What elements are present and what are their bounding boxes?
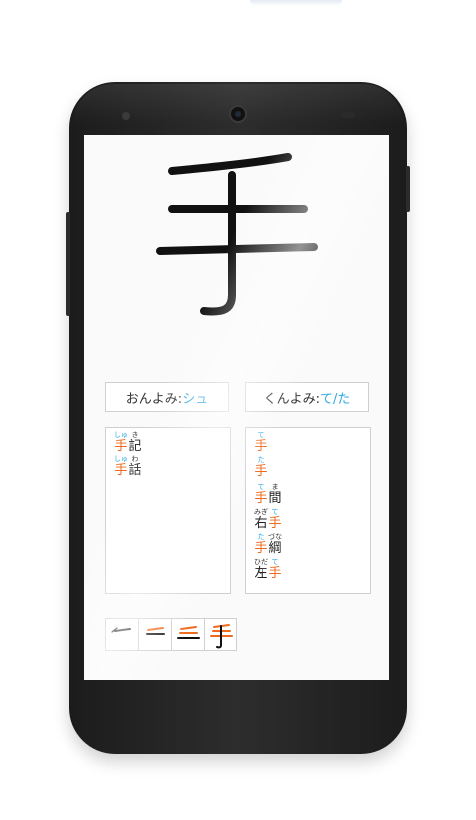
kun-vocab-list: て 手 た 手 て ま 手 間 みぎ て 右 手 た づな 手 綱 ひだり て …: [245, 427, 371, 594]
stroke-step-4[interactable]: [205, 619, 238, 650]
word-char: 手: [254, 464, 268, 479]
phone-speaker-icon: [122, 112, 130, 120]
word-char: 手: [268, 566, 282, 581]
on-reading-box: おんよみ: シュ: [105, 382, 229, 412]
power-button: [406, 166, 410, 212]
kun-reading-box: くんよみ: て/た: [245, 382, 369, 412]
stroke-step-3[interactable]: [172, 619, 205, 650]
stroke-step-2[interactable]: [139, 619, 172, 650]
word-char: 間: [268, 491, 282, 506]
on-word-shuki[interactable]: しゅ き 手 記: [114, 431, 142, 454]
word-char: 手: [254, 541, 268, 556]
kun-word-hidarite[interactable]: ひだり て 左 手: [254, 558, 282, 581]
top-decoration: [250, 0, 342, 6]
kanji-stroke-1: [168, 153, 292, 175]
phone-camera-icon: [229, 105, 247, 123]
on-reading-value: シュ: [182, 391, 209, 407]
kun-word-te[interactable]: て 手: [254, 431, 268, 454]
on-vocab-list: しゅ き 手 記 しゅ わ 手 話: [105, 427, 231, 594]
stroke-order-strip: [105, 618, 237, 651]
word-char: 話: [128, 463, 142, 478]
on-word-shuwa[interactable]: しゅ わ 手 話: [114, 455, 142, 478]
kun-reading-value: て/た: [320, 391, 351, 407]
stroke-step-1[interactable]: [106, 619, 139, 650]
word-char: 左: [254, 566, 268, 581]
kanji-stroke-3: [156, 243, 318, 255]
phone-sensor-icon: [341, 112, 355, 118]
kun-word-migite[interactable]: みぎ て 右 手: [254, 508, 282, 531]
word-char: 手: [114, 439, 128, 454]
kun-word-tazuna[interactable]: た づな 手 綱: [254, 533, 282, 556]
kun-reading-label: くんよみ:: [263, 391, 320, 407]
app-screen: おんよみ: シュ くんよみ: て/た しゅ き 手 記 しゅ わ 手 話 て 手…: [84, 135, 389, 680]
word-char: 手: [254, 491, 268, 506]
phone-frame: おんよみ: シュ くんよみ: て/た しゅ き 手 記 しゅ わ 手 話 て 手…: [66, 82, 410, 754]
word-char: 手: [268, 516, 282, 531]
on-reading-label: おんよみ:: [125, 391, 183, 407]
volume-button: [66, 212, 70, 316]
kanji-stroke-4: [200, 171, 236, 316]
word-char: 手: [114, 463, 128, 478]
kanji-stroke-canvas[interactable]: [154, 149, 319, 329]
kun-word-ta[interactable]: た 手: [254, 456, 268, 479]
word-char: 記: [128, 439, 142, 454]
word-char: 手: [254, 439, 268, 454]
word-char: 右: [254, 516, 268, 531]
kun-word-tema[interactable]: て ま 手 間: [254, 483, 282, 506]
word-char: 綱: [268, 541, 282, 556]
